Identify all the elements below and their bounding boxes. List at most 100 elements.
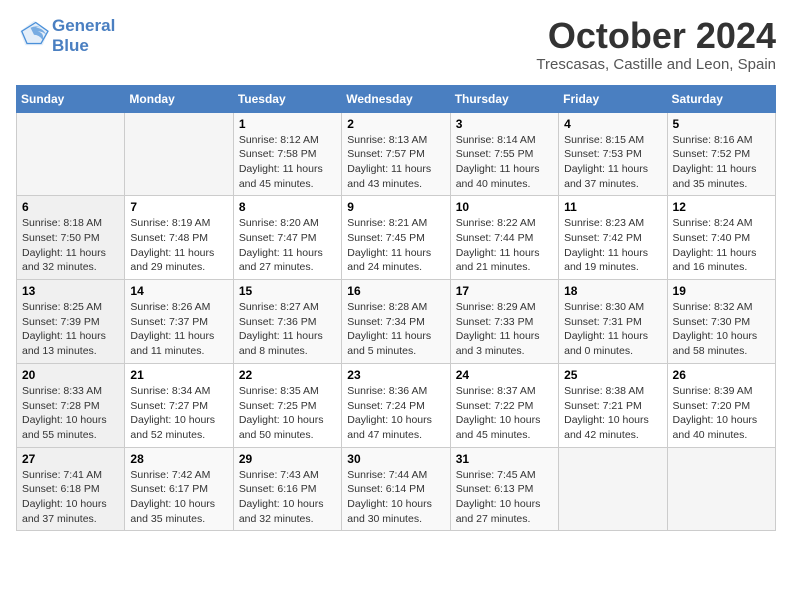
- calendar-cell: 7Sunrise: 8:19 AM Sunset: 7:48 PM Daylig…: [125, 196, 233, 280]
- day-number: 24: [456, 368, 553, 382]
- day-number: 13: [22, 284, 119, 298]
- calendar-cell: [125, 112, 233, 196]
- week-row-4: 20 Sunrise: 8:33 AM Sunset: 7:28 PM Dayli…: [17, 363, 776, 447]
- day-info: Sunrise: 8:36 AM Sunset: 7:24 PM Dayligh…: [347, 384, 444, 443]
- day-info: Sunrise: 8:22 AM Sunset: 7:44 PM Dayligh…: [456, 216, 553, 275]
- calendar-cell: 30 Sunrise: 7:44 AM Sunset: 6:14 PM Dayli…: [342, 447, 450, 531]
- day-info: Sunrise: 8:29 AM Sunset: 7:33 PM Dayligh…: [456, 300, 553, 359]
- day-number: 16: [347, 284, 444, 298]
- day-number: 29: [239, 452, 336, 466]
- week-row-2: 6Sunrise: 8:18 AM Sunset: 7:50 PM Daylig…: [17, 196, 776, 280]
- calendar-cell: 16 Sunrise: 8:28 AM Sunset: 7:34 PM Dayli…: [342, 280, 450, 364]
- day-number: 8: [239, 200, 336, 214]
- day-info: Sunrise: 8:30 AM Sunset: 7:31 PM Dayligh…: [564, 300, 661, 359]
- calendar-cell: [667, 447, 775, 531]
- calendar-cell: 15 Sunrise: 8:27 AM Sunset: 7:36 PM Dayli…: [233, 280, 341, 364]
- day-number: 2: [347, 117, 444, 131]
- calendar-cell: 22Sunrise: 8:35 AM Sunset: 7:25 PM Dayli…: [233, 363, 341, 447]
- day-info: Sunrise: 8:12 AM Sunset: 7:58 PM Dayligh…: [239, 133, 336, 192]
- day-number: 17: [456, 284, 553, 298]
- day-info: Sunrise: 7:44 AM Sunset: 6:14 PM Dayligh…: [347, 468, 444, 527]
- day-info: Sunrise: 8:15 AM Sunset: 7:53 PM Dayligh…: [564, 133, 661, 192]
- day-number: 25: [564, 368, 661, 382]
- header-day-friday: Friday: [559, 85, 667, 112]
- day-number: 22: [239, 368, 336, 382]
- calendar-cell: 24 Sunrise: 8:37 AM Sunset: 7:22 PM Dayli…: [450, 363, 558, 447]
- calendar-cell: 14 Sunrise: 8:26 AM Sunset: 7:37 PM Dayli…: [125, 280, 233, 364]
- day-info: Sunrise: 8:38 AM Sunset: 7:21 PM Dayligh…: [564, 384, 661, 443]
- calendar-cell: 5 Sunrise: 8:16 AM Sunset: 7:52 PM Daylig…: [667, 112, 775, 196]
- calendar-cell: 10 Sunrise: 8:22 AM Sunset: 7:44 PM Dayli…: [450, 196, 558, 280]
- day-info: Sunrise: 8:32 AM Sunset: 7:30 PM Dayligh…: [673, 300, 770, 359]
- day-number: 5: [673, 117, 770, 131]
- day-info: Sunrise: 8:39 AM Sunset: 7:20 PM Dayligh…: [673, 384, 770, 443]
- day-number: 4: [564, 117, 661, 131]
- day-number: 31: [456, 452, 553, 466]
- day-number: 15: [239, 284, 336, 298]
- day-info: Sunrise: 7:43 AM Sunset: 6:16 PM Dayligh…: [239, 468, 336, 527]
- week-row-3: 13Sunrise: 8:25 AM Sunset: 7:39 PM Dayli…: [17, 280, 776, 364]
- day-number: 28: [130, 452, 227, 466]
- day-info: Sunrise: 8:27 AM Sunset: 7:36 PM Dayligh…: [239, 300, 336, 359]
- calendar-cell: 2 Sunrise: 8:13 AM Sunset: 7:57 PM Daylig…: [342, 112, 450, 196]
- week-row-5: 27 Sunrise: 7:41 AM Sunset: 6:18 PM Dayli…: [17, 447, 776, 531]
- calendar-cell: 31 Sunrise: 7:45 AM Sunset: 6:13 PM Dayli…: [450, 447, 558, 531]
- day-info: Sunrise: 7:41 AM Sunset: 6:18 PM Dayligh…: [22, 468, 119, 527]
- day-number: 20: [22, 368, 119, 382]
- day-number: 27: [22, 452, 119, 466]
- logo-general: General: [52, 16, 115, 36]
- calendar-cell: 20 Sunrise: 8:33 AM Sunset: 7:28 PM Dayli…: [17, 363, 125, 447]
- day-number: 14: [130, 284, 227, 298]
- day-info: Sunrise: 8:20 AM Sunset: 7:47 PM Dayligh…: [239, 216, 336, 275]
- title-block: October 2024 Trescasas, Castille and Leo…: [536, 16, 776, 73]
- calendar-cell: 17 Sunrise: 8:29 AM Sunset: 7:33 PM Dayli…: [450, 280, 558, 364]
- day-info: Sunrise: 8:21 AM Sunset: 7:45 PM Dayligh…: [347, 216, 444, 275]
- calendar-cell: 8 Sunrise: 8:20 AM Sunset: 7:47 PM Daylig…: [233, 196, 341, 280]
- month-title: October 2024: [536, 16, 776, 56]
- calendar-header: SundayMondayTuesdayWednesdayThursdayFrid…: [17, 85, 776, 112]
- calendar-cell: 18 Sunrise: 8:30 AM Sunset: 7:31 PM Dayli…: [559, 280, 667, 364]
- calendar-cell: 3Sunrise: 8:14 AM Sunset: 7:55 PM Daylig…: [450, 112, 558, 196]
- day-info: Sunrise: 7:45 AM Sunset: 6:13 PM Dayligh…: [456, 468, 553, 527]
- day-number: 30: [347, 452, 444, 466]
- logo-icon: [18, 19, 50, 47]
- day-info: Sunrise: 8:28 AM Sunset: 7:34 PM Dayligh…: [347, 300, 444, 359]
- day-info: Sunrise: 8:16 AM Sunset: 7:52 PM Dayligh…: [673, 133, 770, 192]
- header-day-monday: Monday: [125, 85, 233, 112]
- calendar-cell: 27 Sunrise: 7:41 AM Sunset: 6:18 PM Dayli…: [17, 447, 125, 531]
- day-number: 3: [456, 117, 553, 131]
- calendar-table: SundayMondayTuesdayWednesdayThursdayFrid…: [16, 85, 776, 532]
- header-day-wednesday: Wednesday: [342, 85, 450, 112]
- calendar-cell: 4 Sunrise: 8:15 AM Sunset: 7:53 PM Daylig…: [559, 112, 667, 196]
- day-number: 26: [673, 368, 770, 382]
- day-info: Sunrise: 8:13 AM Sunset: 7:57 PM Dayligh…: [347, 133, 444, 192]
- day-info: Sunrise: 8:26 AM Sunset: 7:37 PM Dayligh…: [130, 300, 227, 359]
- day-info: Sunrise: 8:23 AM Sunset: 7:42 PM Dayligh…: [564, 216, 661, 275]
- calendar-cell: 13Sunrise: 8:25 AM Sunset: 7:39 PM Dayli…: [17, 280, 125, 364]
- day-info: Sunrise: 8:34 AM Sunset: 7:27 PM Dayligh…: [130, 384, 227, 443]
- logo-blue: Blue: [52, 36, 115, 56]
- day-number: 11: [564, 200, 661, 214]
- header-day-saturday: Saturday: [667, 85, 775, 112]
- day-number: 7: [130, 200, 227, 214]
- day-number: 18: [564, 284, 661, 298]
- calendar-cell: 6Sunrise: 8:18 AM Sunset: 7:50 PM Daylig…: [17, 196, 125, 280]
- calendar-cell: 26 Sunrise: 8:39 AM Sunset: 7:20 PM Dayli…: [667, 363, 775, 447]
- header-day-tuesday: Tuesday: [233, 85, 341, 112]
- day-info: Sunrise: 8:24 AM Sunset: 7:40 PM Dayligh…: [673, 216, 770, 275]
- header-row: SundayMondayTuesdayWednesdayThursdayFrid…: [17, 85, 776, 112]
- day-number: 10: [456, 200, 553, 214]
- calendar-cell: 9Sunrise: 8:21 AM Sunset: 7:45 PM Daylig…: [342, 196, 450, 280]
- day-number: 6: [22, 200, 119, 214]
- day-info: Sunrise: 8:37 AM Sunset: 7:22 PM Dayligh…: [456, 384, 553, 443]
- day-info: Sunrise: 8:33 AM Sunset: 7:28 PM Dayligh…: [22, 384, 119, 443]
- calendar-cell: 11 Sunrise: 8:23 AM Sunset: 7:42 PM Dayli…: [559, 196, 667, 280]
- day-number: 1: [239, 117, 336, 131]
- day-number: 23: [347, 368, 444, 382]
- week-row-1: 1 Sunrise: 8:12 AM Sunset: 7:58 PM Daylig…: [17, 112, 776, 196]
- day-number: 21: [130, 368, 227, 382]
- calendar-body: 1 Sunrise: 8:12 AM Sunset: 7:58 PM Daylig…: [17, 112, 776, 531]
- page-header: General Blue October 2024 Trescasas, Cas…: [16, 16, 776, 73]
- calendar-cell: 28Sunrise: 7:42 AM Sunset: 6:17 PM Dayli…: [125, 447, 233, 531]
- calendar-cell: 25 Sunrise: 8:38 AM Sunset: 7:21 PM Dayli…: [559, 363, 667, 447]
